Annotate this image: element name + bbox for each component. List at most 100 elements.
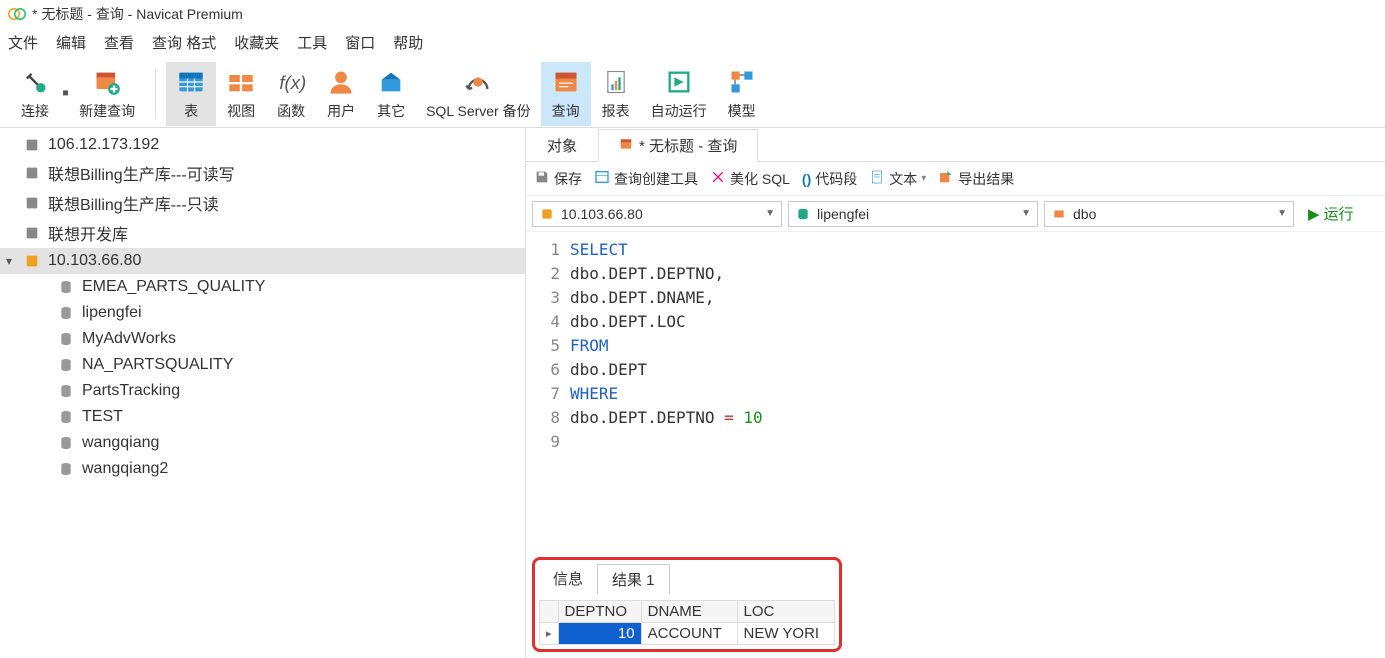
dropdown-dot[interactable]: ▪ [62, 82, 69, 105]
query-builder-button[interactable]: 查询创建工具 [594, 169, 698, 189]
editor-line: 5FROM [526, 334, 1385, 358]
database-icon [56, 329, 76, 349]
tree-database[interactable]: wangqiang2 [0, 456, 525, 482]
tree-item-label: 10.103.66.80 [48, 252, 141, 270]
query-tab-icon [619, 137, 633, 155]
result-tab-result1[interactable]: 结果 1 [597, 564, 670, 594]
toolbar-other[interactable]: 其它 [366, 62, 416, 126]
database-icon [56, 433, 76, 453]
title-bar: * 无标题 - 查询 - Navicat Premium [0, 0, 1385, 28]
main-area: 106.12.173.192 联想Billing生产库---可读写联想Billin… [0, 128, 1385, 658]
database-selector[interactable]: lipengfei ▼ [788, 201, 1038, 227]
cell-loc[interactable]: NEW YORI [737, 623, 834, 645]
server-icon [22, 135, 42, 155]
menu-favorites[interactable]: 收藏夹 [234, 32, 279, 53]
backup-icon [463, 67, 493, 97]
tree-database[interactable]: EMEA_PARTS_QUALITY [0, 274, 525, 300]
result-panel: 信息 结果 1 DEPTNO DNAME LOC ▸ 10 ACC [532, 557, 842, 652]
line-number: 9 [526, 430, 570, 454]
toolbar-model[interactable]: 模型 [717, 62, 767, 126]
col-loc[interactable]: LOC [737, 601, 834, 623]
editor-line: 3dbo.DEPT.DNAME, [526, 286, 1385, 310]
col-dname[interactable]: DNAME [641, 601, 737, 623]
snippet-icon: () [802, 171, 811, 187]
table-row[interactable]: ▸ 10 ACCOUNT NEW YORI [540, 623, 835, 645]
run-button[interactable]: ▶ 运行 [1308, 203, 1354, 224]
toolbar-function[interactable]: f(x) 函数 [266, 62, 316, 126]
sql-editor[interactable]: 1SELECT2dbo.DEPT.DEPTNO,3dbo.DEPT.DNAME,… [526, 232, 1385, 460]
code-content[interactable]: dbo.DEPT.DEPTNO = 10 [570, 406, 1385, 430]
code-content[interactable] [570, 430, 1385, 454]
save-button[interactable]: 保存 [534, 169, 582, 189]
save-icon [534, 169, 550, 188]
line-number: 2 [526, 262, 570, 286]
tab-objects[interactable]: 对象 [526, 128, 598, 161]
tree-connection[interactable]: 联想Billing生产库---只读 [0, 188, 525, 218]
menu-view[interactable]: 查看 [104, 32, 134, 53]
text-button[interactable]: 文本 ▾ [869, 169, 926, 189]
menu-bar: 文件 编辑 查看 查询 格式 收藏夹 工具 窗口 帮助 [0, 28, 1385, 56]
code-content[interactable]: FROM [570, 334, 1385, 358]
tree-item-label: lipengfei [82, 304, 142, 322]
code-content[interactable]: SELECT [570, 238, 1385, 262]
toolbar-connect[interactable]: 连接 [10, 62, 60, 126]
tab-query-untitled[interactable]: * 无标题 - 查询 [598, 129, 758, 162]
tree-item-label: 联想Billing生产库---只读 [48, 191, 219, 215]
code-content[interactable]: dbo.DEPT [570, 358, 1385, 382]
line-number: 8 [526, 406, 570, 430]
tree-connection[interactable]: 联想开发库 [0, 218, 525, 248]
menu-edit[interactable]: 编辑 [56, 32, 86, 53]
menu-tools[interactable]: 工具 [297, 32, 327, 53]
menu-window[interactable]: 窗口 [345, 32, 375, 53]
editor-line: 8dbo.DEPT.DEPTNO = 10 [526, 406, 1385, 430]
code-snippet-button[interactable]: () 代码段 [802, 169, 857, 189]
result-tab-info[interactable]: 信息 [539, 564, 597, 594]
toolbar-query[interactable]: 查询 [541, 62, 591, 126]
tree-database[interactable]: MyAdvWorks [0, 326, 525, 352]
menu-help[interactable]: 帮助 [393, 32, 423, 53]
schema-icon [1051, 206, 1067, 222]
schema-selector[interactable]: dbo ▼ [1044, 201, 1294, 227]
tree-item-label: 联想开发库 [48, 221, 128, 245]
code-content[interactable]: dbo.DEPT.DNAME, [570, 286, 1385, 310]
server-icon [22, 223, 42, 243]
editor-tabs: 对象 * 无标题 - 查询 [526, 128, 1385, 162]
code-content[interactable]: dbo.DEPT.DEPTNO, [570, 262, 1385, 286]
menu-query-format[interactable]: 查询 格式 [152, 32, 216, 53]
database-icon [56, 303, 76, 323]
toolbar-autorun[interactable]: 自动运行 [641, 62, 717, 126]
tree-item-label: 联想Billing生产库---可读写 [48, 161, 235, 185]
tree-database[interactable]: lipengfei [0, 300, 525, 326]
tree-connection[interactable]: 106.12.173.192 [0, 132, 525, 158]
tree-connection[interactable]: 联想Billing生产库---可读写 [0, 158, 525, 188]
toolbar-user[interactable]: 用户 [316, 62, 366, 126]
query-sub-toolbar: 保存 查询创建工具 美化 SQL () 代码段 文本 ▾ 导出结果 [526, 162, 1385, 196]
line-number: 7 [526, 382, 570, 406]
plug-icon [20, 67, 50, 97]
connection-selector[interactable]: 10.103.66.80 ▼ [532, 201, 782, 227]
window-title: * 无标题 - 查询 - Navicat Premium [32, 4, 243, 24]
code-content[interactable]: dbo.DEPT.LOC [570, 310, 1385, 334]
tree-database[interactable]: TEST [0, 404, 525, 430]
toolbar-table[interactable]: 表 [166, 62, 216, 126]
beautify-sql-button[interactable]: 美化 SQL [710, 169, 790, 189]
menu-file[interactable]: 文件 [8, 32, 38, 53]
tree-item-label: EMEA_PARTS_QUALITY [82, 278, 265, 296]
cell-deptno[interactable]: 10 [558, 623, 641, 645]
col-deptno[interactable]: DEPTNO [558, 601, 641, 623]
code-content[interactable]: WHERE [570, 382, 1385, 406]
toolbar-backup[interactable]: SQL Server 备份 [416, 62, 541, 126]
export-result-button[interactable]: 导出结果 [938, 169, 1014, 189]
model-icon [727, 67, 757, 97]
result-tabs: 信息 结果 1 [539, 564, 835, 594]
tree-database[interactable]: wangqiang [0, 430, 525, 456]
tree-connection[interactable]: ▾10.103.66.80 [0, 248, 525, 274]
toolbar-view[interactable]: 视图 [216, 62, 266, 126]
tree-database[interactable]: NA_PARTSQUALITY [0, 352, 525, 378]
tree-item-label: TEST [82, 408, 123, 426]
toolbar-new-query[interactable]: 新建查询 [69, 62, 145, 126]
tree-database[interactable]: PartsTracking [0, 378, 525, 404]
cell-dname[interactable]: ACCOUNT [641, 623, 737, 645]
toolbar-report[interactable]: 报表 [591, 62, 641, 126]
editor-line: 9 [526, 430, 1385, 454]
